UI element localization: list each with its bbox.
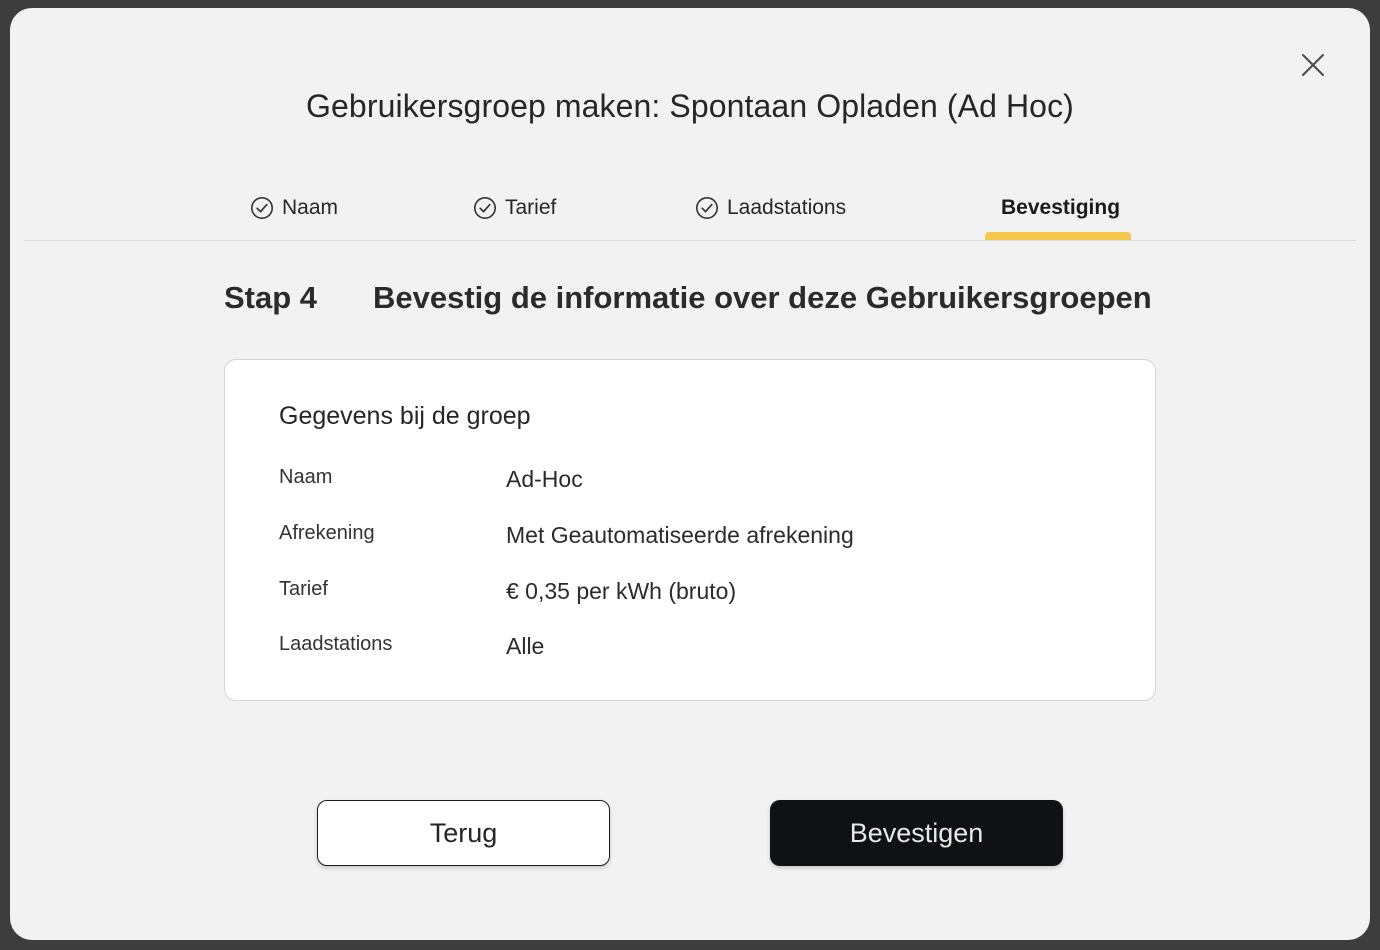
close-button[interactable] <box>1298 50 1328 80</box>
tab-label: Laadstations <box>727 196 847 219</box>
card-title: Gegevens bij de groep <box>279 402 531 430</box>
active-tab-indicator <box>985 232 1131 240</box>
check-circle-icon <box>696 197 718 219</box>
step-number: Stap 4 <box>224 280 318 315</box>
detail-value: Ad-Hoc <box>506 466 583 492</box>
detail-value: Met Geautomatiseerde afrekening <box>506 522 854 548</box>
dialog-title: Gebruikersgroep maken: Spontaan Opladen … <box>306 88 1074 124</box>
detail-label: Tarief <box>279 578 328 600</box>
tab-label: Tarief <box>505 196 557 219</box>
tab-laadstations[interactable]: Laadstations <box>695 188 846 240</box>
detail-value: € 0,35 per kWh (bruto) <box>506 578 737 604</box>
tab-label: Naam <box>282 196 339 219</box>
check-circle-icon <box>251 197 273 219</box>
detail-value: Alle <box>506 633 545 659</box>
confirm-button[interactable]: Bevestigen <box>770 800 1063 866</box>
close-icon <box>1302 54 1324 76</box>
tab-label: Bevestiging <box>1001 196 1121 219</box>
create-user-group-dialog: Gebruikersgroep maken: Spontaan Opladen … <box>10 8 1370 940</box>
check-circle-icon <box>474 197 496 219</box>
detail-label: Afrekening <box>279 522 375 544</box>
group-details-card: Gegevens bij de groep Naam Ad-Hoc Afreke… <box>224 359 1156 701</box>
step-header: Stap 4 Bevestig de informatie over deze … <box>224 280 1224 324</box>
step-title: Bevestig de informatie over deze Gebruik… <box>373 280 1152 315</box>
tab-naam[interactable]: Naam <box>250 188 338 240</box>
detail-row-laadstations: Laadstations Alle <box>279 633 1099 663</box>
detail-row-afrekening: Afrekening Met Geautomatiseerde afrekeni… <box>279 522 1099 552</box>
back-button[interactable]: Terug <box>317 800 610 866</box>
detail-row-naam: Naam Ad-Hoc <box>279 466 1099 496</box>
detail-label: Laadstations <box>279 633 393 655</box>
detail-row-tarief: Tarief € 0,35 per kWh (bruto) <box>279 578 1099 608</box>
wizard-steps: Naam Tarief Laadstations Bevestiging <box>24 188 1356 241</box>
detail-label: Naam <box>279 466 333 488</box>
tab-tarief[interactable]: Tarief <box>473 188 556 240</box>
